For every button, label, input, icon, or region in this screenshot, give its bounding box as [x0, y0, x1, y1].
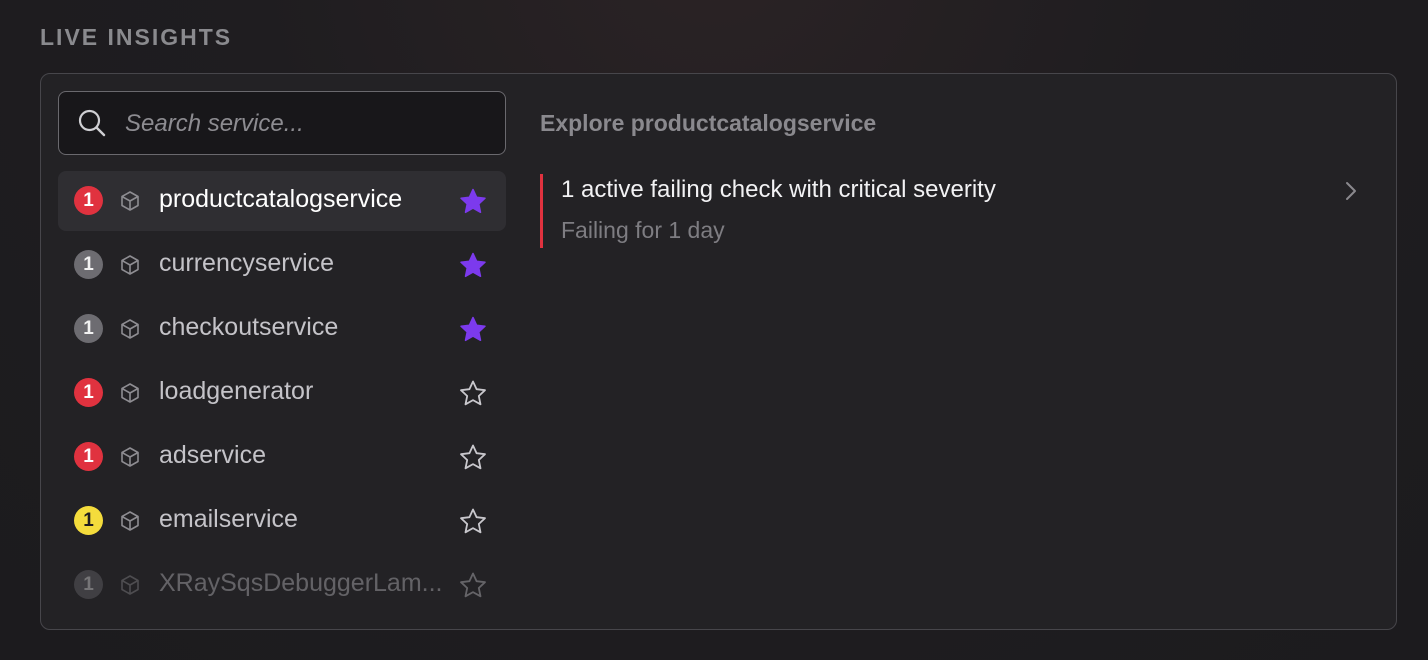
- service-item[interactable]: 1 currencyservice: [58, 235, 506, 295]
- service-name: loadgenerator: [159, 377, 314, 405]
- search-input[interactable]: [123, 102, 487, 146]
- cube-icon: [121, 383, 139, 403]
- star-outline-icon[interactable]: [458, 571, 488, 601]
- service-name: adservice: [159, 441, 266, 469]
- search-box[interactable]: [58, 91, 506, 155]
- issue-count-badge: 1: [74, 186, 103, 215]
- explore-title: Explore productcatalogservice: [540, 110, 877, 136]
- issue-count-badge: 1: [74, 250, 103, 279]
- issue-count-badge: 1: [74, 570, 103, 599]
- insights-panel: 1 productcatalogservice 1 currencyservice 1 c…: [40, 73, 1397, 630]
- star-outline-icon[interactable]: [458, 443, 488, 473]
- cube-icon: [121, 191, 139, 211]
- service-item[interactable]: 1 XRaySqsDebuggerLam...: [58, 555, 506, 613]
- failing-check-insight[interactable]: 1 active failing check with critical sev…: [540, 174, 1362, 248]
- star-filled-icon[interactable]: [458, 251, 488, 281]
- star-filled-icon[interactable]: [458, 187, 488, 217]
- service-sidebar: 1 productcatalogservice 1 currencyservice 1 c…: [58, 91, 506, 613]
- service-name: productcatalogservice: [159, 185, 403, 213]
- cube-icon: [121, 447, 139, 467]
- service-name: emailservice: [159, 505, 298, 533]
- service-name: checkoutservice: [159, 313, 339, 341]
- service-item[interactable]: 1 checkoutservice: [58, 299, 506, 359]
- live-insights-title: LIVE INSIGHTS: [40, 24, 233, 50]
- cube-icon: [121, 575, 139, 595]
- issue-count-badge: 1: [74, 314, 103, 343]
- insight-title: 1 active failing check with critical sev…: [561, 176, 996, 203]
- search-icon: [78, 109, 106, 137]
- chevron-right-icon[interactable]: [1340, 180, 1362, 202]
- service-item[interactable]: 1 emailservice: [58, 491, 506, 551]
- service-name: XRaySqsDebuggerLam...: [159, 569, 443, 597]
- issue-count-badge: 1: [74, 506, 103, 535]
- cube-icon: [121, 319, 139, 339]
- insight-subtitle: Failing for 1 day: [561, 217, 725, 243]
- service-item[interactable]: 1 adservice: [58, 427, 506, 487]
- cube-icon: [121, 511, 139, 531]
- service-item[interactable]: 1 productcatalogservice: [58, 171, 506, 231]
- service-item[interactable]: 1 loadgenerator: [58, 363, 506, 423]
- cube-icon: [121, 255, 139, 275]
- star-outline-icon[interactable]: [458, 507, 488, 537]
- issue-count-badge: 1: [74, 378, 103, 407]
- issue-count-badge: 1: [74, 442, 103, 471]
- service-list: 1 productcatalogservice 1 currencyservice 1 c…: [58, 171, 506, 613]
- service-name: currencyservice: [159, 249, 335, 277]
- star-filled-icon[interactable]: [458, 315, 488, 345]
- star-outline-icon[interactable]: [458, 379, 488, 409]
